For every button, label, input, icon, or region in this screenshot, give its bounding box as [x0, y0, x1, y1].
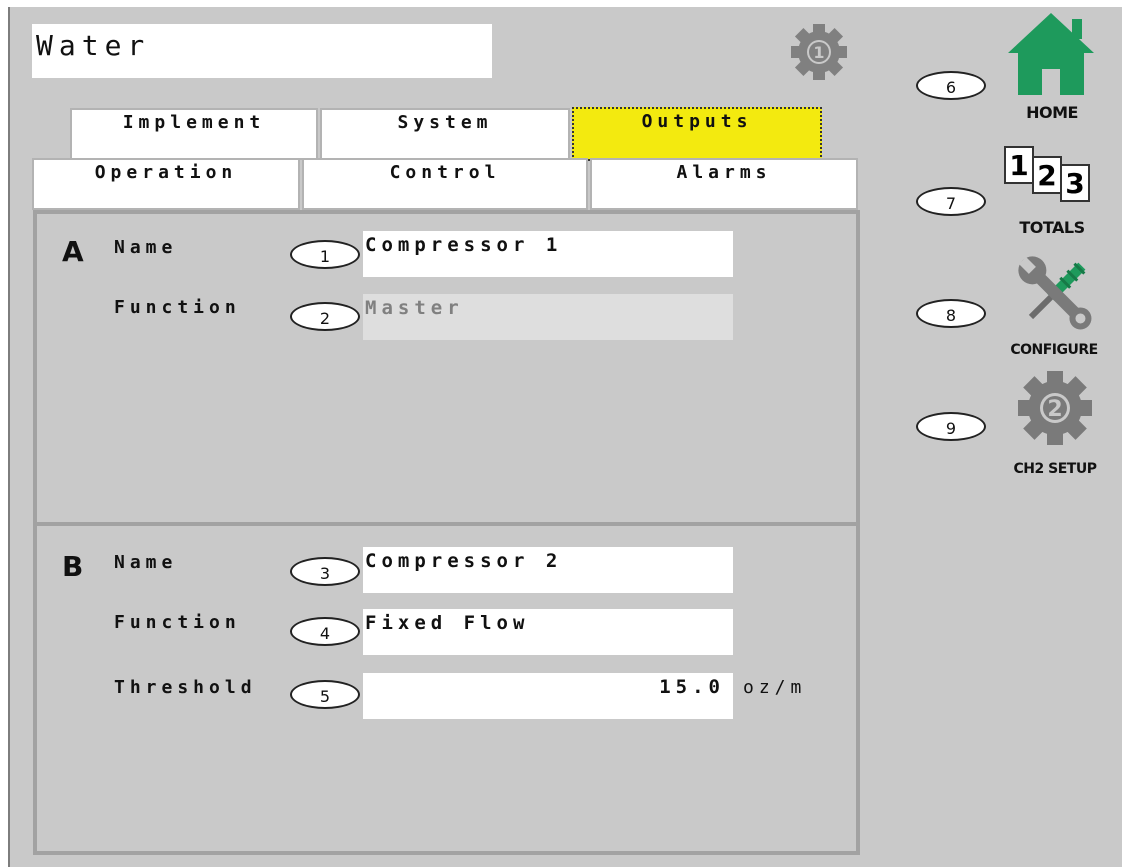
configure-label: CONFIGURE [1010, 342, 1098, 358]
digit-2: 2 [1032, 156, 1062, 194]
marker-3: 3 [290, 557, 360, 586]
tab-outputs[interactable]: Outputs [572, 107, 822, 161]
home-button[interactable]: HOME [994, 9, 1110, 129]
tab-system[interactable]: System [320, 108, 570, 160]
threshold-unit: oz/m [743, 677, 807, 698]
tab-label: Control [389, 162, 501, 183]
tab-alarms[interactable]: Alarms [590, 158, 858, 210]
marker-5: 5 [290, 680, 360, 709]
home-label: HOME [1026, 103, 1078, 122]
tab-label: Alarms [676, 162, 772, 183]
page-title: Water [32, 24, 492, 78]
marker-1: 1 [290, 240, 360, 269]
tab-label: Implement [122, 112, 266, 133]
function-select-b[interactable]: Fixed Flow [363, 609, 733, 655]
threshold-value: 15.0 [659, 676, 725, 698]
ch2-number: 2 [1047, 397, 1062, 422]
gear-icon: 2 [1018, 371, 1092, 445]
marker-9: 9 [916, 412, 986, 441]
totals-label: TOTALS [1019, 218, 1085, 237]
home-icon [1008, 13, 1094, 95]
tab-operation[interactable]: Operation [32, 158, 300, 210]
digit-3: 3 [1060, 164, 1090, 202]
name-input-a[interactable]: Compressor 1 [363, 231, 733, 277]
marker-8: 8 [916, 299, 986, 328]
ch2-setup-button[interactable]: 2 CH2 SETUP [994, 365, 1116, 480]
tab-control[interactable]: Control [302, 158, 588, 210]
function-select-a: Master [363, 294, 733, 340]
threshold-input[interactable]: 15.0 [363, 673, 733, 719]
section-letter-b: B [62, 550, 84, 583]
wrench-screwdriver-icon [1018, 256, 1092, 330]
screen: Water 1 Implement System Outputs Operati… [8, 7, 1122, 867]
marker-4: 4 [290, 617, 360, 646]
ch2-setup-label: CH2 SETUP [1013, 461, 1097, 477]
tab-label: Operation [94, 162, 238, 183]
channel-1-gear-icon[interactable]: 1 [788, 21, 850, 83]
tab-implement[interactable]: Implement [70, 108, 318, 160]
totals-123-icon: 1 2 3 [1004, 146, 1096, 202]
name-label-b: Name [114, 552, 178, 573]
section-letter-a: A [62, 235, 84, 268]
digit-1: 1 [1004, 146, 1034, 184]
tab-label: Outputs [641, 111, 753, 132]
marker-2: 2 [290, 302, 360, 331]
function-label-b: Function [114, 612, 241, 633]
totals-button[interactable]: 1 2 3 TOTALS [994, 140, 1110, 245]
tab-label: System [397, 112, 493, 133]
name-input-b[interactable]: Compressor 2 [363, 547, 733, 593]
threshold-label: Threshold [114, 677, 257, 698]
function-label-a: Function [114, 297, 241, 318]
marker-6: 6 [916, 71, 986, 100]
name-label-a: Name [114, 237, 178, 258]
marker-7: 7 [916, 187, 986, 216]
channel-number: 1 [813, 43, 824, 62]
configure-button[interactable]: CONFIGURE [994, 247, 1114, 362]
